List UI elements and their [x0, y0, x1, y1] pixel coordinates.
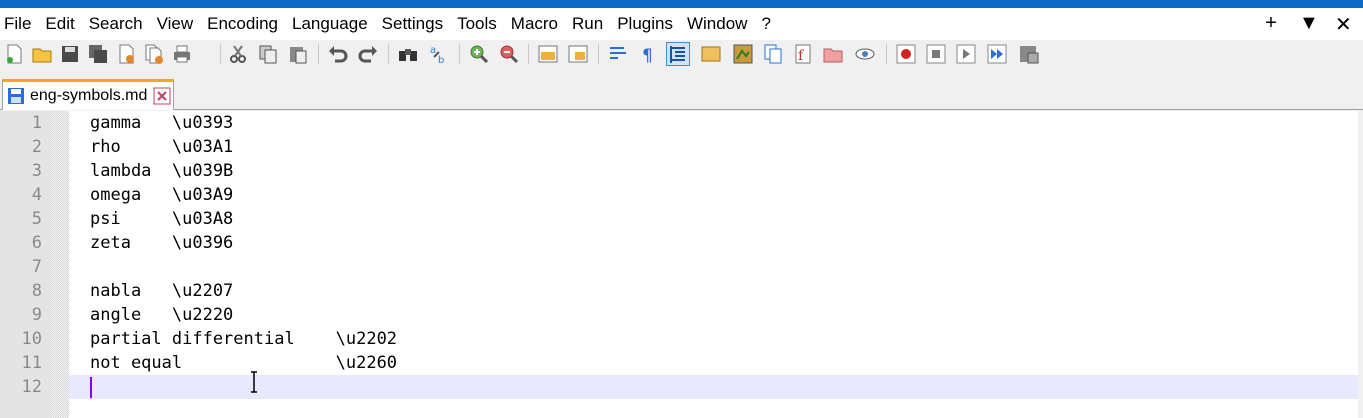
code-line[interactable]: not equal \u2260	[90, 351, 397, 375]
show-all-characters-icon[interactable]: ¶	[637, 43, 659, 65]
save-all-icon[interactable]	[87, 43, 109, 65]
line-number: 8	[31, 281, 42, 301]
line-number: 11	[21, 353, 42, 373]
redo-icon[interactable]	[357, 43, 379, 65]
code-line[interactable]: partial differential \u2202	[90, 327, 397, 351]
line-number: 6	[31, 233, 42, 253]
new-file-icon[interactable]	[3, 43, 25, 65]
function-list-icon[interactable]: f	[792, 43, 814, 65]
toolbar: ab ¶ f	[0, 40, 1363, 70]
menu-edit[interactable]: Edit	[45, 14, 74, 34]
list-tabs-button[interactable]: ▼	[1299, 12, 1319, 37]
menu-window[interactable]: Window	[687, 14, 747, 34]
text-caret	[90, 377, 92, 398]
menu-language[interactable]: Language	[292, 14, 368, 34]
code-line[interactable]: rho \u03A1	[90, 135, 233, 159]
scrollbar-edge	[1358, 111, 1363, 418]
svg-text:¶: ¶	[642, 46, 653, 65]
toolbar-separator	[598, 44, 599, 64]
menu-search[interactable]: Search	[89, 14, 143, 34]
line-number: 3	[31, 161, 42, 181]
code-line[interactable]: zeta \u0396	[90, 231, 233, 255]
code-line[interactable]: omega \u03A9	[90, 183, 233, 207]
add-tab-button[interactable]: +	[1263, 12, 1279, 37]
paste-icon[interactable]	[287, 43, 309, 65]
cut-icon[interactable]	[227, 43, 249, 65]
code-line[interactable]: gamma \u0393	[90, 111, 233, 135]
menu-encoding[interactable]: Encoding	[207, 14, 278, 34]
close-window-button[interactable]: ✕	[1335, 12, 1352, 37]
toolbar-separator	[528, 44, 529, 64]
menu-view[interactable]: View	[157, 14, 194, 34]
save-disk-icon	[7, 87, 25, 105]
print-icon[interactable]	[171, 43, 193, 65]
line-number: 2	[31, 137, 42, 157]
undo-icon[interactable]	[327, 43, 349, 65]
menu-file[interactable]: File	[4, 14, 31, 34]
title-bar	[0, 0, 1363, 8]
save-icon[interactable]	[59, 43, 81, 65]
toolbar-separator	[220, 44, 221, 64]
fold-margin[interactable]	[52, 111, 69, 418]
stop-macro-icon[interactable]	[925, 43, 947, 65]
toolbar-separator	[459, 44, 460, 64]
code-line[interactable]: nabla \u2207	[90, 279, 233, 303]
line-number: 7	[31, 257, 42, 277]
line-number: 9	[31, 305, 42, 325]
code-line[interactable]: psi \u03A8	[90, 207, 233, 231]
menu-settings[interactable]: Settings	[382, 14, 443, 34]
menu-plugins[interactable]: Plugins	[617, 14, 673, 34]
editor-area[interactable]: 1 2 3 4 5 6 7 8 9 10 11 12 gamma \u0393 …	[0, 111, 1358, 418]
close-tab-icon[interactable]	[153, 87, 171, 105]
tab-filename: eng-symbols.md	[30, 87, 148, 104]
ibeam-cursor-icon	[249, 371, 259, 393]
user-language-icon[interactable]	[700, 43, 722, 65]
toolbar-separator	[318, 44, 319, 64]
line-number: 1	[31, 113, 42, 133]
menu-tools[interactable]: Tools	[457, 14, 497, 34]
menu-run[interactable]: Run	[572, 14, 603, 34]
current-line-highlight	[69, 375, 1358, 399]
zoom-out-icon[interactable]	[497, 43, 519, 65]
close-all-icon[interactable]	[143, 43, 165, 65]
code-line[interactable]: lambda \u039B	[90, 159, 233, 183]
run-macro-multiple-icon[interactable]	[986, 43, 1008, 65]
toolbar-separator	[886, 44, 887, 64]
menu-bar: File Edit Search View Encoding Language …	[0, 8, 1363, 40]
indent-guide-icon[interactable]	[666, 42, 690, 66]
copy-icon[interactable]	[257, 43, 279, 65]
sync-vertical-icon[interactable]	[537, 43, 559, 65]
sync-horizontal-icon[interactable]	[567, 43, 589, 65]
menu-macro[interactable]: Macro	[511, 14, 558, 34]
save-macro-icon[interactable]	[1018, 43, 1040, 65]
replace-icon[interactable]: ab	[428, 43, 450, 65]
open-file-icon[interactable]	[31, 43, 53, 65]
line-number: 12	[21, 377, 42, 397]
folder-workspace-icon[interactable]	[822, 43, 844, 65]
word-wrap-icon[interactable]	[607, 43, 629, 65]
line-number: 4	[31, 185, 42, 205]
find-icon[interactable]	[397, 43, 419, 65]
menu-help[interactable]: ?	[761, 14, 770, 34]
record-macro-icon[interactable]	[895, 43, 917, 65]
svg-text:a: a	[430, 45, 436, 56]
doc-list-icon[interactable]	[762, 43, 784, 65]
zoom-in-icon[interactable]	[467, 43, 489, 65]
svg-text:b: b	[438, 55, 444, 65]
play-macro-icon[interactable]	[955, 43, 977, 65]
tab-bar: eng-symbols.md	[0, 70, 1363, 110]
doc-map-icon[interactable]	[732, 43, 754, 65]
file-tab[interactable]: eng-symbols.md	[2, 79, 174, 110]
code-line[interactable]: angle \u2220	[90, 303, 233, 327]
close-file-icon[interactable]	[115, 43, 137, 65]
line-number: 5	[31, 209, 42, 229]
toolbar-separator	[388, 44, 389, 64]
line-number: 10	[21, 329, 42, 349]
monitoring-eye-icon[interactable]	[854, 43, 876, 65]
